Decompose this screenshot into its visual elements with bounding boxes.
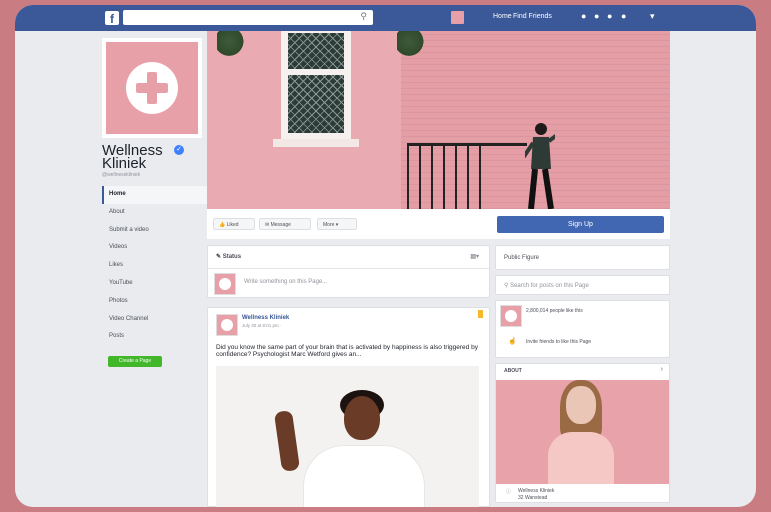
girl-body xyxy=(548,432,614,484)
category-card: Public Figure xyxy=(495,245,670,270)
page-search-placeholder: Search for posts on this Page xyxy=(510,283,589,289)
composer-status-tab[interactable]: ✎ Status ▤▾ xyxy=(208,246,489,269)
page-action-bar: 👍 Liked ✉ Message More ▾ Sign Up xyxy=(207,209,670,239)
page-search-card: ⚲ Search for posts on this Page xyxy=(495,275,670,295)
top-navigation-bar: f ⚲ Home Find Friends ● ● ● ● ▾ xyxy=(15,5,756,31)
nav-item-submit-video[interactable]: Submit a video xyxy=(102,222,207,240)
message-button-label: Message xyxy=(270,222,291,228)
nav-item-home[interactable]: Home xyxy=(102,186,207,204)
about-card: ABOUT › ⓘ Wellness Kliniek 32 Wanstead xyxy=(495,363,670,503)
sign-up-button[interactable]: Sign Up xyxy=(497,216,664,233)
chevron-right-icon[interactable]: › xyxy=(661,366,663,373)
help-icon[interactable]: ● xyxy=(621,11,631,21)
bookmark-icon[interactable] xyxy=(478,310,483,318)
message-button[interactable]: ✉ Message xyxy=(259,218,311,230)
about-photo[interactable] xyxy=(496,380,669,484)
rail-bar xyxy=(431,146,433,209)
community-card: 2,800,014 people like this ☝ Invite frie… xyxy=(495,300,670,358)
messages-icon[interactable]: ● xyxy=(594,11,604,21)
profile-avatar[interactable] xyxy=(451,11,464,24)
nav-item-likes[interactable]: Likes xyxy=(102,257,207,275)
post-author-name[interactable]: Wellness Kliniek xyxy=(242,315,289,321)
window xyxy=(281,31,351,139)
like-button-label: Liked xyxy=(226,222,239,228)
composer-body[interactable]: Write something on this Page... xyxy=(208,269,489,297)
nav-item-video-channel[interactable]: Video Channel xyxy=(102,311,207,329)
about-item-name: Wellness Kliniek xyxy=(518,488,555,494)
window-sill xyxy=(273,139,359,147)
about-item-address: 32 Wanstead xyxy=(518,495,548,501)
rail-bar xyxy=(419,146,421,209)
rail-bar xyxy=(467,146,469,209)
post-author-avatar[interactable] xyxy=(216,314,238,336)
nav-item-youtube[interactable]: YouTube xyxy=(102,275,207,293)
nav-item-photos[interactable]: Photos xyxy=(102,293,207,311)
right-column: Public Figure ⚲ Search for posts on this… xyxy=(495,245,670,507)
community-avatar xyxy=(500,305,522,327)
iron-railing xyxy=(407,143,527,209)
more-button-label: More xyxy=(323,222,335,228)
info-icon: ⓘ xyxy=(506,489,512,495)
nav-item-posts[interactable]: Posts xyxy=(102,328,207,346)
page-name-text[interactable]: Wellness Kliniek xyxy=(102,142,163,172)
post-card: Wellness Kliniek July 30 at 8:01 pm · Di… xyxy=(207,307,490,507)
composer-input[interactable]: Write something on this Page... xyxy=(244,279,327,285)
likes-count[interactable]: 2,800,014 people like this xyxy=(526,308,583,314)
window-pane-top xyxy=(288,33,344,69)
create-page-button[interactable]: Create a Page xyxy=(108,356,162,368)
nav-find-friends-link[interactable]: Find Friends xyxy=(513,13,552,20)
notifications-icon[interactable]: ● xyxy=(607,11,617,21)
nav-item-about[interactable]: About xyxy=(102,204,207,222)
composer-card: ✎ Status ▤▾ Write something on this Page… xyxy=(207,245,490,298)
plant-decoration xyxy=(397,31,427,57)
audience-selector-icon[interactable]: ▤▾ xyxy=(470,246,479,268)
invite-icon: ☝ xyxy=(508,338,517,345)
person-figure xyxy=(525,123,555,209)
page-search-input[interactable]: ⚲ Search for posts on this Page xyxy=(504,282,589,289)
window-pane-bottom xyxy=(288,75,344,133)
pencil-icon: ✎ xyxy=(216,254,222,260)
status-tab-label: Status xyxy=(222,254,242,260)
rail-bar xyxy=(479,146,481,209)
woman-dress xyxy=(304,446,424,507)
about-heading: ABOUT xyxy=(504,368,522,374)
invite-friends-link[interactable]: Invite friends to like this Page xyxy=(526,339,591,345)
post-timestamp[interactable]: July 30 at 8:01 pm · xyxy=(242,323,282,328)
page-title[interactable]: Wellness Kliniek ✓ xyxy=(102,142,207,172)
page-category[interactable]: Public Figure xyxy=(504,255,539,261)
rail-bar xyxy=(455,146,457,209)
cover-photo[interactable] xyxy=(207,31,670,209)
facebook-logo[interactable]: f xyxy=(105,11,119,26)
page-navigation: Home About Submit a video Videos Likes Y… xyxy=(102,186,207,346)
like-button[interactable]: 👍 Liked xyxy=(213,218,255,230)
timeline-column: ✎ Status ▤▾ Write something on this Page… xyxy=(207,245,490,507)
page-mini-avatar xyxy=(214,273,236,295)
nav-item-videos[interactable]: Videos xyxy=(102,239,207,257)
plant-decoration xyxy=(217,31,247,57)
browser-frame: f ⚲ Home Find Friends ● ● ● ● ▾ Wellness… xyxy=(15,5,756,507)
left-column: Wellness Kliniek ✓ @wellnesskliniek Home… xyxy=(102,38,207,368)
post-image[interactable] xyxy=(216,366,479,507)
message-icon: ✉ xyxy=(265,222,270,228)
chevron-down-icon: ▾ xyxy=(335,222,339,228)
search-icon[interactable]: ⚲ xyxy=(360,11,367,22)
page-handle[interactable]: @wellnesskliniek xyxy=(102,172,207,178)
dropdown-icon[interactable]: ▾ xyxy=(650,11,660,21)
logo-cross-horizontal xyxy=(136,83,168,93)
friend-requests-icon[interactable]: ● xyxy=(581,11,591,21)
rail-bar xyxy=(407,146,409,209)
like-icon: 👍 xyxy=(219,222,226,228)
more-button[interactable]: More ▾ xyxy=(317,218,357,230)
post-text: Did you know the same part of your brain… xyxy=(216,344,478,358)
girl-face xyxy=(566,386,596,424)
page-profile-picture[interactable] xyxy=(102,38,202,138)
nav-home-link[interactable]: Home xyxy=(493,13,512,20)
verified-badge-icon: ✓ xyxy=(174,145,184,155)
woman-arm xyxy=(273,410,301,472)
woman-head xyxy=(344,396,380,440)
rail-bar xyxy=(443,146,445,209)
search-input[interactable]: ⚲ xyxy=(123,10,373,25)
